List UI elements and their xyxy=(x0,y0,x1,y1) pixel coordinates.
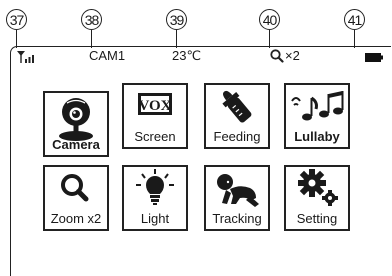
magnifier-icon xyxy=(270,49,284,63)
menu-tile-tracking[interactable]: Tracking xyxy=(204,165,270,231)
menu-label-feeding: Feeding xyxy=(213,129,261,144)
callout-38: 38 xyxy=(81,9,102,30)
callout-40: 40 xyxy=(259,9,280,30)
menu-label-tracking: Tracking xyxy=(212,211,262,226)
menu-label-screen: Screen xyxy=(134,129,176,144)
callout-37: 37 xyxy=(6,9,27,30)
menu-label-lullaby: Lullaby xyxy=(294,129,340,144)
signal-icon xyxy=(17,51,34,63)
vox-text: VOX xyxy=(138,98,171,114)
menu-tile-camera[interactable]: Camera xyxy=(43,91,109,157)
battery-icon xyxy=(365,53,383,62)
menu-tile-feeding[interactable]: Feeding xyxy=(204,83,270,149)
screen-frame xyxy=(10,46,391,276)
callout-41: 41 xyxy=(344,9,365,30)
menu-tile-zoom[interactable]: Zoom x2 xyxy=(43,165,109,231)
menu-label-camera: Camera xyxy=(52,137,100,152)
temperature-readout: 23℃ xyxy=(172,48,202,63)
camera-name: CAM1 xyxy=(89,48,126,63)
callout-39: 39 xyxy=(166,9,187,30)
menu-tile-screen[interactable]: VOX Screen xyxy=(122,83,188,149)
menu-tile-lullaby[interactable]: Lullaby xyxy=(284,83,350,149)
menu-label-setting: Setting xyxy=(296,211,338,226)
zoom-level: ×2 xyxy=(285,48,300,63)
menu-label-light: Light xyxy=(140,211,170,226)
menu-label-zoom: Zoom x2 xyxy=(50,211,102,226)
menu-tile-setting[interactable]: Setting xyxy=(284,165,350,231)
menu-tile-light[interactable]: Light xyxy=(122,165,188,231)
